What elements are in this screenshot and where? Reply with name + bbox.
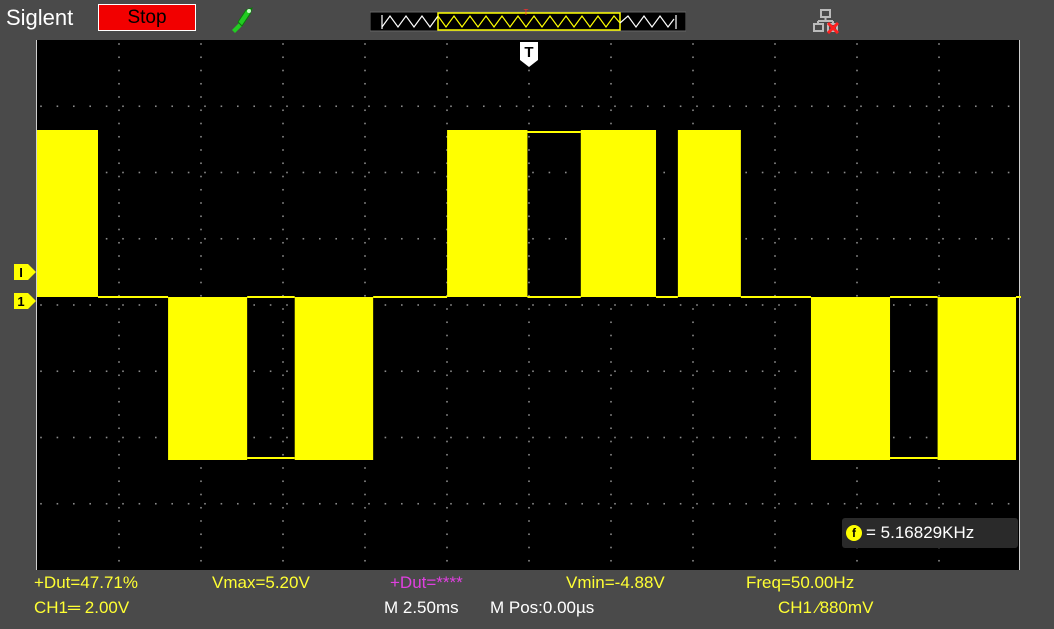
horizontal-position[interactable]: M Pos:0.00µs bbox=[490, 598, 594, 618]
trigger-frequency-icon: f bbox=[846, 525, 862, 541]
run-stop-indicator[interactable]: Stop bbox=[98, 4, 196, 31]
pwm-block-high-10 bbox=[580, 130, 657, 297]
pwm-block-high-7 bbox=[447, 130, 528, 297]
frequency-counter-value: = 5.16829KHz bbox=[866, 523, 975, 542]
ch1-waveform bbox=[37, 130, 1021, 460]
measure-duty-ch1: +Dut=47.71% bbox=[34, 573, 138, 592]
network-disconnected-icon bbox=[813, 9, 840, 34]
brand-logo: Siglent bbox=[6, 5, 74, 30]
pwm-block-high-12 bbox=[677, 130, 741, 297]
measure-vmax: Vmax=5.20V bbox=[212, 573, 310, 592]
pwm-block-low-2 bbox=[168, 297, 248, 460]
trigger-setting[interactable]: CH1 ∕880mV bbox=[778, 598, 873, 618]
pwm-block-high-0 bbox=[37, 130, 99, 297]
waveform-display[interactable] bbox=[36, 40, 1021, 570]
measure-vmin: Vmin=-4.88V bbox=[566, 573, 665, 592]
frequency-counter: f = 5.16829KHz bbox=[842, 518, 1018, 548]
timebase[interactable]: M 2.50ms bbox=[384, 598, 459, 618]
pwm-block-low-14 bbox=[810, 297, 891, 460]
trigger-position-icon: T bbox=[520, 42, 538, 67]
oscilloscope-screen: Siglent Stop T T I 1 f = 5.16829KHz +Dut… bbox=[0, 0, 1054, 629]
ch1-ground-marker[interactable]: 1 bbox=[14, 293, 36, 309]
ch1-vertical-scale[interactable]: CH1═ 2.00V bbox=[34, 598, 129, 618]
measure-duty-ch2: +Dut=**** bbox=[390, 573, 463, 592]
measure-freq: Freq=50.00Hz bbox=[746, 573, 855, 592]
svg-text:T: T bbox=[524, 9, 529, 17]
ch1-ground-label: 1 bbox=[17, 294, 24, 309]
pwm-block-low-5 bbox=[294, 297, 374, 460]
pwm-block-low-17 bbox=[937, 297, 1017, 460]
trigger-marker-label: T bbox=[524, 44, 533, 61]
memory-position-timeline[interactable]: T bbox=[370, 9, 686, 33]
trigger-level-label: I bbox=[19, 265, 23, 280]
trigger-level-marker[interactable]: I bbox=[14, 264, 36, 280]
probe-icon bbox=[232, 7, 253, 33]
